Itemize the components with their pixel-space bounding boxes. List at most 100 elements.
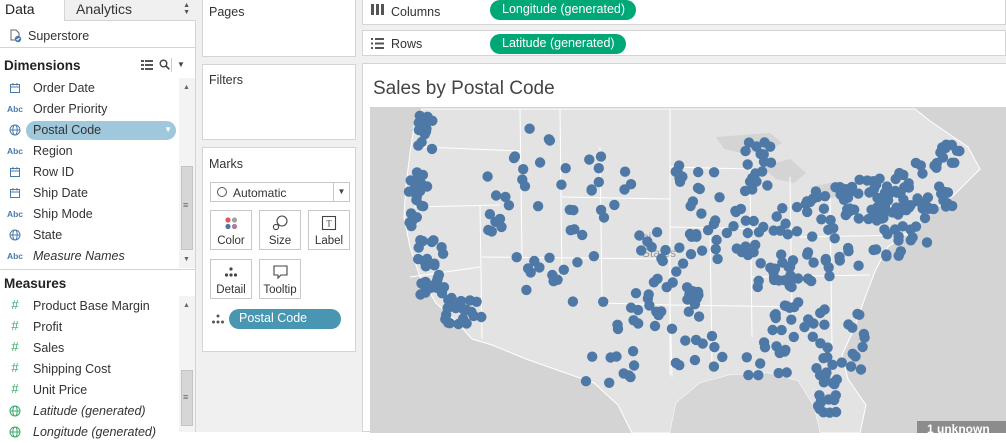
postal-code-mark[interactable] xyxy=(870,244,882,255)
postal-code-mark[interactable] xyxy=(788,331,799,343)
pages-card[interactable]: Pages xyxy=(202,0,356,57)
postal-code-mark[interactable] xyxy=(829,233,840,244)
postal-code-mark[interactable] xyxy=(652,273,663,284)
postal-code-mark[interactable] xyxy=(847,322,858,333)
postal-code-mark[interactable] xyxy=(890,185,901,197)
postal-code-mark[interactable] xyxy=(820,255,831,266)
postal-code-mark[interactable] xyxy=(413,253,424,265)
postal-code-mark[interactable] xyxy=(677,258,689,269)
postal-code-mark[interactable] xyxy=(524,123,535,134)
size-button[interactable]: Size xyxy=(259,210,301,250)
postal-code-mark[interactable] xyxy=(415,235,426,246)
postal-code-mark[interactable] xyxy=(417,169,429,181)
scroll-up-icon[interactable]: ▲ xyxy=(183,84,190,91)
postal-code-mark[interactable] xyxy=(661,282,672,293)
postal-code-mark[interactable] xyxy=(521,284,532,296)
postal-code-mark[interactable] xyxy=(586,184,597,195)
postal-code-mark[interactable] xyxy=(534,157,546,168)
mark-type-dropdown[interactable]: Automatic ▼ xyxy=(210,182,350,202)
postal-code-mark[interactable] xyxy=(461,318,472,329)
datasource-row[interactable]: Superstore xyxy=(0,24,196,48)
unknown-indicator[interactable]: 1 unknown xyxy=(917,421,1006,433)
postal-code-mark[interactable] xyxy=(544,252,555,263)
postal-code-mark[interactable] xyxy=(420,261,431,272)
postal-code-mark[interactable] xyxy=(529,255,540,267)
postal-code-mark[interactable] xyxy=(941,139,952,150)
postal-code-mark[interactable] xyxy=(709,341,720,353)
postal-code-mark[interactable] xyxy=(482,171,493,182)
postal-code-mark[interactable] xyxy=(753,275,764,286)
postal-code-mark[interactable] xyxy=(781,367,792,378)
postal-code-mark[interactable] xyxy=(632,304,644,316)
field-latitude-generated[interactable]: Latitude (generated) xyxy=(0,401,178,422)
postal-code-mark[interactable] xyxy=(556,179,567,190)
postal-code-mark[interactable] xyxy=(819,191,831,202)
postal-code-mark[interactable] xyxy=(697,338,708,349)
postal-code-mark[interactable] xyxy=(689,354,701,366)
postal-code-mark[interactable] xyxy=(802,206,813,218)
postal-code-mark[interactable] xyxy=(609,199,620,211)
tab-scroll-arrows-icon[interactable]: ▲ ▼ xyxy=(183,2,190,16)
postal-code-mark[interactable] xyxy=(776,249,787,260)
postal-code-mark[interactable] xyxy=(674,176,686,187)
postal-code-mark[interactable] xyxy=(825,214,836,226)
postal-code-mark[interactable] xyxy=(819,319,830,330)
postal-code-mark[interactable] xyxy=(696,208,707,219)
postal-code-mark[interactable] xyxy=(735,203,747,215)
postal-code-mark[interactable] xyxy=(618,368,629,379)
postal-code-mark[interactable] xyxy=(612,323,624,335)
postal-code-mark[interactable] xyxy=(936,188,947,199)
postal-code-mark[interactable] xyxy=(777,203,788,214)
postal-code-mark[interactable] xyxy=(436,242,447,253)
postal-code-mark[interactable] xyxy=(750,239,761,251)
postal-code-mark[interactable] xyxy=(789,301,800,313)
postal-code-mark[interactable] xyxy=(759,137,770,148)
postal-code-mark[interactable] xyxy=(588,251,600,262)
postal-code-mark[interactable] xyxy=(630,288,642,299)
field-product-base-margin[interactable]: # Product Base Margin xyxy=(0,296,178,317)
postal-code-mark[interactable] xyxy=(416,136,427,148)
postal-code-mark[interactable] xyxy=(779,346,790,357)
postal-code-mark[interactable] xyxy=(593,163,604,174)
postal-code-mark[interactable] xyxy=(841,208,852,219)
postal-code-mark[interactable] xyxy=(565,225,576,236)
postal-code-mark[interactable] xyxy=(895,246,906,257)
postal-code-mark[interactable] xyxy=(627,346,639,357)
postal-code-mark[interactable] xyxy=(680,335,691,346)
postal-code-mark[interactable] xyxy=(532,201,544,212)
postal-code-mark[interactable] xyxy=(411,212,422,223)
postal-code-mark[interactable] xyxy=(804,196,816,208)
postal-code-mark[interactable] xyxy=(660,244,671,256)
field-ship-mode[interactable]: Abc Ship Mode xyxy=(0,204,178,225)
postal-code-mark[interactable] xyxy=(584,154,595,165)
postal-code-mark[interactable] xyxy=(717,351,728,363)
postal-code-mark[interactable] xyxy=(728,221,739,232)
postal-code-mark[interactable] xyxy=(642,293,654,304)
postal-code-mark[interactable] xyxy=(519,181,531,192)
postal-code-mark[interactable] xyxy=(710,243,721,255)
postal-code-mark[interactable] xyxy=(511,252,522,263)
postal-code-mark[interactable] xyxy=(905,235,916,246)
postal-code-mark[interactable] xyxy=(444,318,455,329)
postal-code-mark[interactable] xyxy=(426,236,437,248)
postal-code-mark[interactable] xyxy=(831,374,842,385)
postal-code-mark[interactable] xyxy=(414,110,425,121)
postal-code-mark[interactable] xyxy=(490,190,502,201)
chevron-down-icon[interactable]: ▼ xyxy=(333,183,349,201)
search-icon[interactable] xyxy=(159,59,170,70)
postal-code-mark[interactable] xyxy=(903,202,915,213)
postal-code-mark[interactable] xyxy=(518,164,529,175)
postal-code-mark[interactable] xyxy=(779,300,791,311)
postal-code-mark[interactable] xyxy=(917,203,928,214)
postal-code-mark[interactable] xyxy=(577,229,588,241)
postal-code-mark[interactable] xyxy=(567,296,579,307)
postal-code-mark[interactable] xyxy=(560,163,571,174)
postal-code-mark[interactable] xyxy=(742,227,753,239)
postal-code-mark[interactable] xyxy=(852,308,863,320)
postal-code-mark[interactable] xyxy=(673,160,685,171)
postal-code-mark[interactable] xyxy=(758,337,770,348)
postal-code-mark[interactable] xyxy=(799,321,810,333)
postal-code-mark[interactable] xyxy=(681,282,693,293)
postal-code-mark[interactable] xyxy=(767,324,778,336)
postal-code-mark[interactable] xyxy=(666,323,678,334)
